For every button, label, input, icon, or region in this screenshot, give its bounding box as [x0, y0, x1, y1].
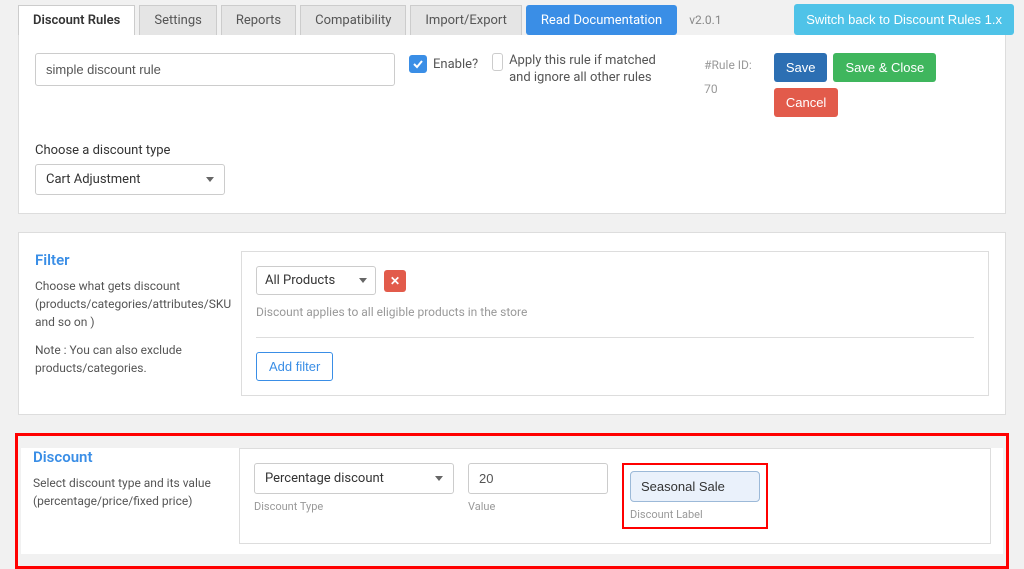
discount-title: Discount: [33, 448, 223, 466]
filter-hint: Discount applies to all eligible product…: [256, 305, 974, 319]
filter-delete-button[interactable]: ✕: [384, 270, 406, 292]
tab-import-export[interactable]: Import/Export: [410, 5, 522, 35]
discount-value-input[interactable]: [468, 463, 608, 494]
tab-compatibility[interactable]: Compatibility: [300, 5, 406, 35]
discount-type-value: Cart Adjustment: [46, 172, 141, 187]
chevron-down-icon: [359, 278, 367, 283]
filter-desc2: Note : You can also exclude products/cat…: [35, 341, 225, 377]
rule-id-label: #Rule ID:: [704, 53, 752, 77]
switchback-button[interactable]: Switch back to Discount Rules 1.x: [794, 4, 1014, 35]
discount-desc: Select discount type and its value (perc…: [33, 474, 223, 510]
filter-select-value: All Products: [265, 273, 335, 288]
cancel-button[interactable]: Cancel: [774, 88, 838, 117]
discount-label-input[interactable]: [630, 471, 760, 502]
chevron-down-icon: [435, 476, 443, 481]
discount-label-highlight: Discount Label: [622, 463, 768, 529]
tab-bar: Discount Rules Settings Reports Compatib…: [0, 0, 1024, 35]
discount-type-sublabel: Discount Type: [254, 500, 454, 513]
rule-name-input[interactable]: [35, 53, 395, 86]
tab-read-documentation[interactable]: Read Documentation: [526, 5, 677, 35]
enable-checkbox[interactable]: [409, 55, 427, 73]
check-icon: [412, 58, 424, 70]
apply-rule-checkbox[interactable]: [492, 53, 503, 71]
discount-type-label: Choose a discount type: [35, 143, 989, 158]
discount-type-value2: Percentage discount: [265, 471, 384, 486]
filter-panel: Filter Choose what gets discount (produc…: [18, 232, 1006, 415]
version-label: v2.0.1: [689, 13, 721, 27]
apply-rule-label: Apply this rule if matched and ignore al…: [509, 53, 672, 87]
tab-discount-rules[interactable]: Discount Rules: [18, 5, 135, 35]
chevron-down-icon: [206, 177, 214, 182]
add-filter-button[interactable]: Add filter: [256, 352, 333, 381]
discount-type-select2[interactable]: Percentage discount: [254, 463, 454, 494]
discount-body: Percentage discount Discount Type Value …: [239, 448, 991, 544]
filter-select[interactable]: All Products: [256, 266, 376, 295]
divider: [256, 337, 974, 338]
enable-label: Enable?: [433, 57, 478, 72]
tab-settings[interactable]: Settings: [139, 5, 216, 35]
rule-header-panel: Enable? Apply this rule if matched and i…: [18, 35, 1006, 214]
close-icon: ✕: [390, 274, 400, 288]
save-button[interactable]: Save: [774, 53, 828, 82]
save-close-button[interactable]: Save & Close: [833, 53, 936, 82]
discount-panel: Discount Select discount type and its va…: [21, 448, 1003, 554]
rule-id-block: #Rule ID: 70: [704, 53, 752, 101]
filter-body: All Products ✕ Discount applies to all e…: [241, 251, 989, 396]
discount-type-select[interactable]: Cart Adjustment: [35, 164, 225, 195]
filter-desc1: Choose what gets discount (products/cate…: [35, 277, 225, 331]
tab-reports[interactable]: Reports: [221, 5, 296, 35]
discount-value-sublabel: Value: [468, 500, 608, 513]
discount-highlight: Discount Select discount type and its va…: [15, 433, 1009, 569]
rule-id-value: 70: [704, 77, 752, 101]
filter-title: Filter: [35, 251, 225, 269]
discount-label-sublabel: Discount Label: [630, 508, 760, 521]
